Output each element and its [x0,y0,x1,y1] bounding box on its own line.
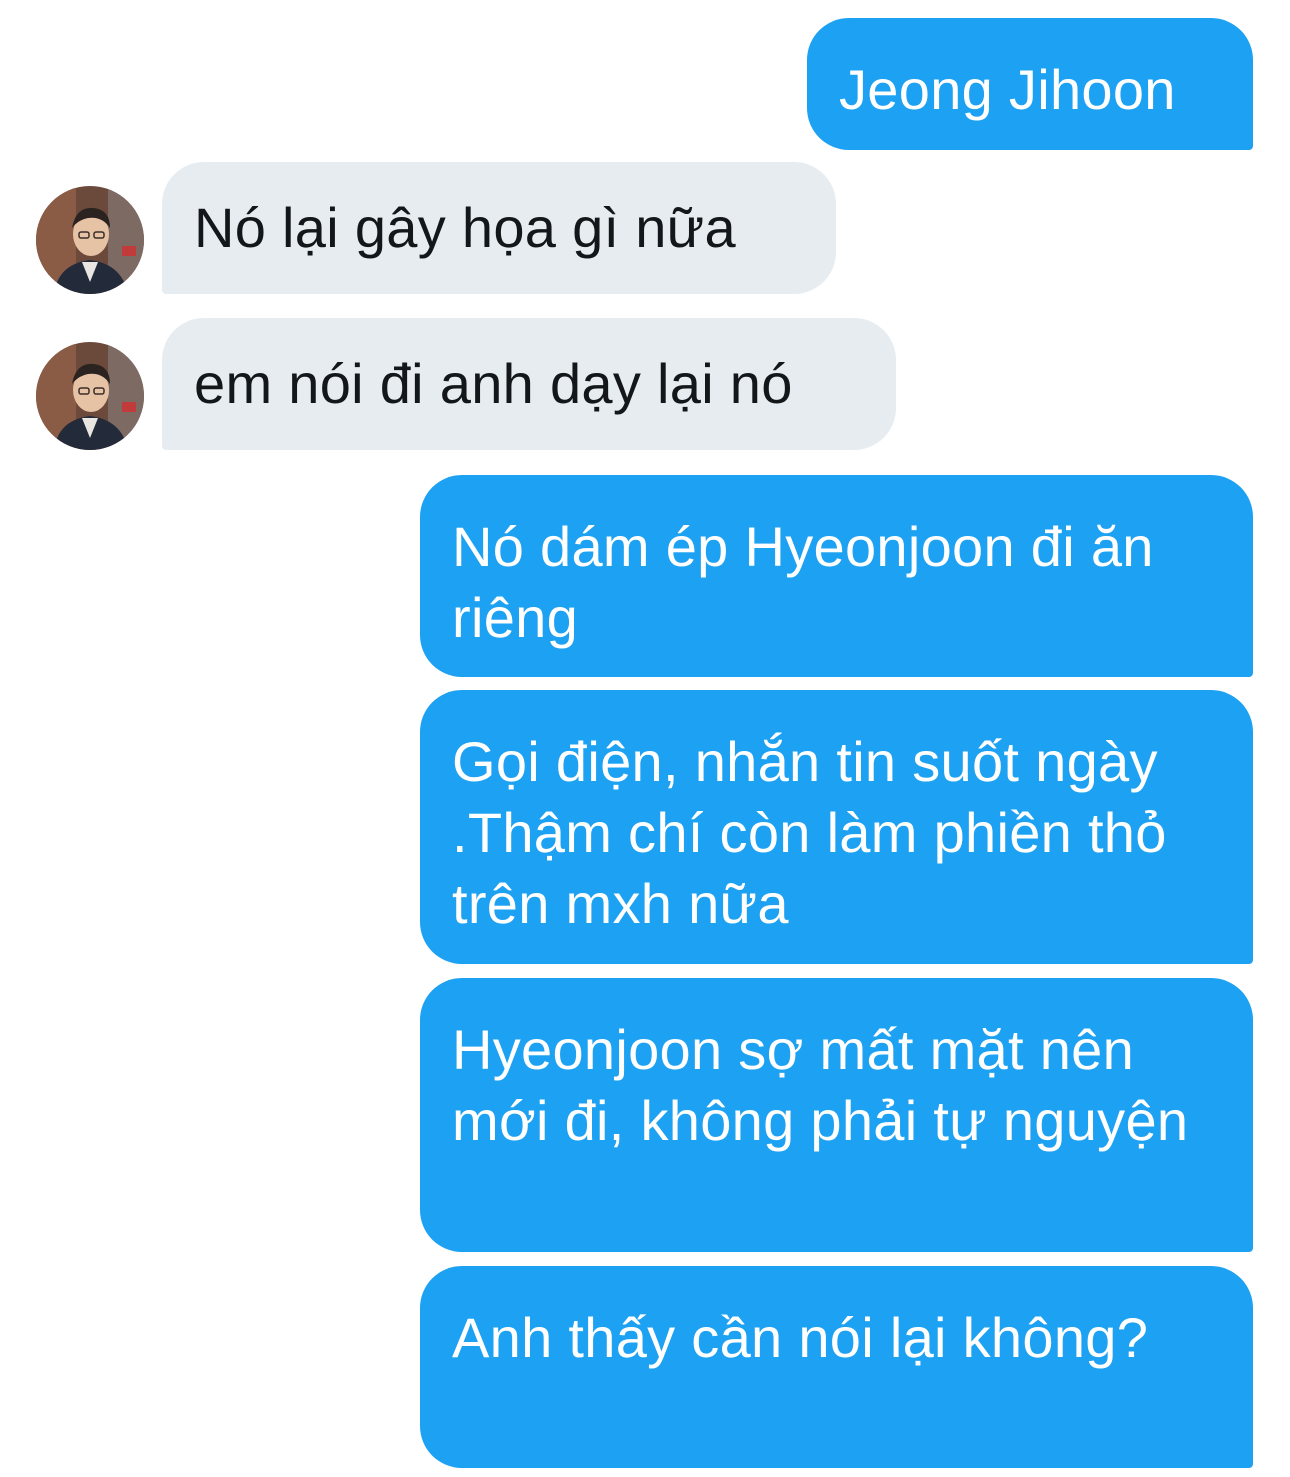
message-bubble-outgoing[interactable]: Gọi điện, nhắn tin suốt ngày .Thậm chí c… [420,690,1253,964]
conversation-thread: Jeong Jihoon Nó lại gây họa gì nữa em nó… [0,0,1290,1477]
message-bubble-outgoing[interactable]: Hyeonjoon sợ mất mặt nên mới đi, không p… [420,978,1253,1252]
avatar-photo [36,186,144,294]
avatar-photo [36,342,144,450]
message-bubble-incoming[interactable]: Nó lại gây họa gì nữa [162,162,836,294]
message-bubble-outgoing[interactable]: Jeong Jihoon [807,18,1253,150]
user-avatar[interactable] [36,342,144,450]
message-bubble-incoming[interactable]: em nói đi anh dạy lại nó [162,318,896,450]
message-bubble-outgoing[interactable]: Anh thấy cần nói lại không? [420,1266,1253,1468]
user-avatar[interactable] [36,186,144,294]
message-bubble-outgoing[interactable]: Nó dám ép Hyeonjoon đi ăn riêng [420,475,1253,677]
